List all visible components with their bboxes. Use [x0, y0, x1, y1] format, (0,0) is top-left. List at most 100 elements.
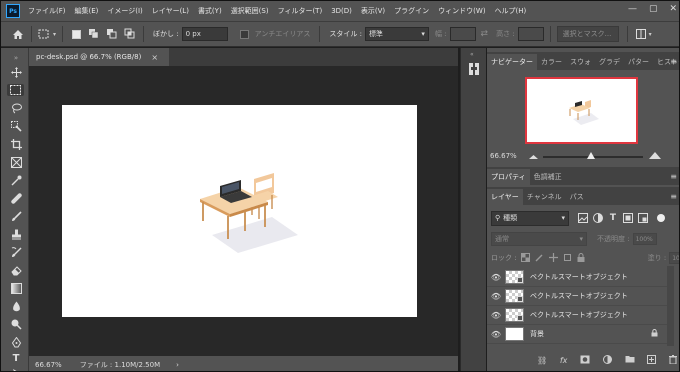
intersect-selection-icon[interactable] — [123, 27, 137, 41]
tab-layers[interactable]: レイヤー — [487, 189, 523, 205]
blend-mode-select[interactable]: 通常 ▾ — [491, 232, 587, 246]
status-zoom[interactable]: 66.67% — [35, 361, 62, 369]
zoom-out-icon[interactable] — [529, 153, 538, 159]
menu-window[interactable]: ウィンドウ(W) — [438, 6, 485, 16]
rect-marquee-tool-icon[interactable] — [7, 84, 24, 96]
adjustment-filter-icon[interactable] — [592, 212, 604, 224]
document-canvas[interactable] — [62, 105, 417, 317]
navigator-slider-thumb[interactable] — [587, 152, 595, 159]
tab-patterns[interactable]: パター — [624, 54, 653, 70]
lasso-tool-icon[interactable] — [10, 102, 22, 114]
close-icon[interactable]: × — [151, 53, 158, 62]
dodge-tool-icon[interactable] — [10, 318, 22, 330]
panel-menu-icon[interactable]: ≡ — [670, 57, 677, 66]
tab-paths[interactable]: パス — [566, 189, 588, 205]
pen-tool-icon[interactable] — [10, 336, 22, 348]
menu-layer[interactable]: レイヤー(L) — [152, 6, 189, 16]
move-tool-icon[interactable] — [10, 66, 22, 78]
panel-menu-icon[interactable]: ≡ — [670, 172, 677, 181]
subtract-selection-icon[interactable] — [105, 27, 119, 41]
brush-tool-icon[interactable] — [10, 210, 22, 222]
menu-select[interactable]: 選択範囲(S) — [231, 6, 269, 16]
menu-filter[interactable]: フィルター(T) — [278, 6, 323, 16]
visibility-eye-icon[interactable]: 👁 — [487, 311, 505, 320]
document-tab[interactable]: pc-desk.psd @ 66.7% (RGB/8) × — [29, 48, 169, 66]
workspace-icon[interactable] — [634, 27, 648, 41]
menu-type[interactable]: 書式(Y) — [198, 6, 222, 16]
libraries-icon[interactable] — [468, 62, 480, 76]
new-selection-icon[interactable] — [69, 27, 83, 41]
navigator-zoom-value[interactable]: 66.67% — [490, 152, 517, 160]
opacity-input[interactable]: 100% — [632, 233, 657, 245]
lock-pixels-icon[interactable] — [535, 253, 544, 264]
healing-brush-tool-icon[interactable] — [10, 192, 22, 204]
quick-selection-tool-icon[interactable] — [10, 120, 22, 132]
maximize-icon[interactable]: ▢ — [649, 4, 658, 14]
menu-image[interactable]: イメージ(I) — [107, 6, 142, 16]
document-workspace[interactable] — [29, 66, 458, 356]
shape-filter-icon[interactable] — [622, 212, 634, 224]
new-layer-icon[interactable] — [647, 354, 657, 366]
pixel-filter-icon[interactable] — [577, 212, 589, 224]
lock-position-icon[interactable] — [548, 252, 558, 264]
add-mask-icon[interactable] — [580, 355, 590, 366]
link-layers-icon[interactable]: ⛓ — [537, 356, 547, 365]
layer-style-icon[interactable]: fx — [560, 356, 568, 365]
type-filter-icon[interactable]: T — [607, 212, 619, 224]
crop-tool-icon[interactable] — [10, 138, 22, 150]
add-selection-icon[interactable] — [87, 27, 101, 41]
layer-filter-select[interactable]: ⚲ 種類 ▾ — [491, 210, 569, 226]
close-icon[interactable]: ✕ — [669, 4, 677, 14]
gradient-tool-icon[interactable] — [10, 282, 22, 294]
minimize-icon[interactable]: — — [628, 4, 637, 14]
antialias-checkbox[interactable] — [239, 29, 249, 39]
layers-scrollbar[interactable] — [667, 266, 674, 346]
width-input[interactable] — [449, 27, 476, 41]
menu-plugins[interactable]: プラグイン — [394, 6, 429, 16]
visibility-eye-icon[interactable]: 👁 — [487, 330, 505, 339]
layer-row[interactable]: 👁 ベクトルスマートオブジェクト — [487, 268, 667, 287]
status-arrow-icon[interactable]: › — [176, 361, 179, 369]
style-select[interactable]: 標準 ▾ — [364, 27, 429, 41]
chevron-down-icon[interactable]: ▾ — [649, 31, 652, 38]
tab-navigator[interactable]: ナビゲーター — [487, 54, 537, 70]
layer-row[interactable]: 👁 ベクトルスマートオブジェクト — [487, 306, 667, 325]
collapse-icon[interactable]: » — [10, 52, 22, 64]
home-icon[interactable] — [11, 27, 25, 41]
select-and-mask-button[interactable]: 選択とマスク... — [556, 26, 619, 42]
feather-input[interactable]: 0 px — [181, 27, 228, 41]
lock-transparent-icon[interactable] — [520, 252, 530, 264]
path-selection-tool-icon[interactable] — [10, 366, 22, 371]
fill-input[interactable]: 100% — [669, 252, 679, 264]
menu-help[interactable]: ヘルプ(H) — [495, 6, 527, 16]
height-input[interactable] — [517, 27, 544, 41]
blur-tool-icon[interactable] — [10, 300, 22, 312]
tab-color[interactable]: カラー — [537, 54, 566, 70]
eyedropper-tool-icon[interactable] — [10, 174, 22, 186]
menu-view[interactable]: 表示(V) — [361, 6, 385, 16]
menu-edit[interactable]: 編集(E) — [75, 6, 99, 16]
swap-icon[interactable]: ⇄ — [481, 29, 489, 39]
tab-adjustments[interactable]: 色調補正 — [530, 169, 566, 185]
adjustment-layer-icon[interactable] — [602, 354, 612, 366]
lock-all-icon[interactable] — [577, 252, 585, 264]
chevron-down-icon[interactable]: ▾ — [53, 31, 56, 38]
tab-gradients[interactable]: グラデ — [595, 54, 624, 70]
type-tool-icon[interactable]: T — [10, 352, 22, 364]
visibility-eye-icon[interactable]: 👁 — [487, 292, 505, 301]
new-group-icon[interactable] — [625, 355, 635, 365]
layer-row-background[interactable]: 👁 背景 — [487, 325, 667, 344]
tab-swatches[interactable]: スウォ — [566, 54, 595, 70]
navigator-preview[interactable] — [525, 77, 638, 144]
tab-properties[interactable]: プロパティ — [487, 169, 530, 185]
menu-3d[interactable]: 3D(D) — [331, 7, 352, 15]
layer-row[interactable]: 👁 ベクトルスマートオブジェクト — [487, 287, 667, 306]
menu-file[interactable]: ファイル(F) — [28, 6, 66, 16]
frame-tool-icon[interactable] — [10, 156, 22, 168]
collapse-icon[interactable]: « — [470, 51, 474, 58]
zoom-in-icon[interactable] — [649, 151, 661, 159]
rect-marquee-preset-icon[interactable] — [38, 27, 52, 41]
visibility-eye-icon[interactable]: 👁 — [487, 273, 505, 282]
tab-channels[interactable]: チャンネル — [523, 189, 566, 205]
eraser-tool-icon[interactable] — [10, 264, 22, 276]
